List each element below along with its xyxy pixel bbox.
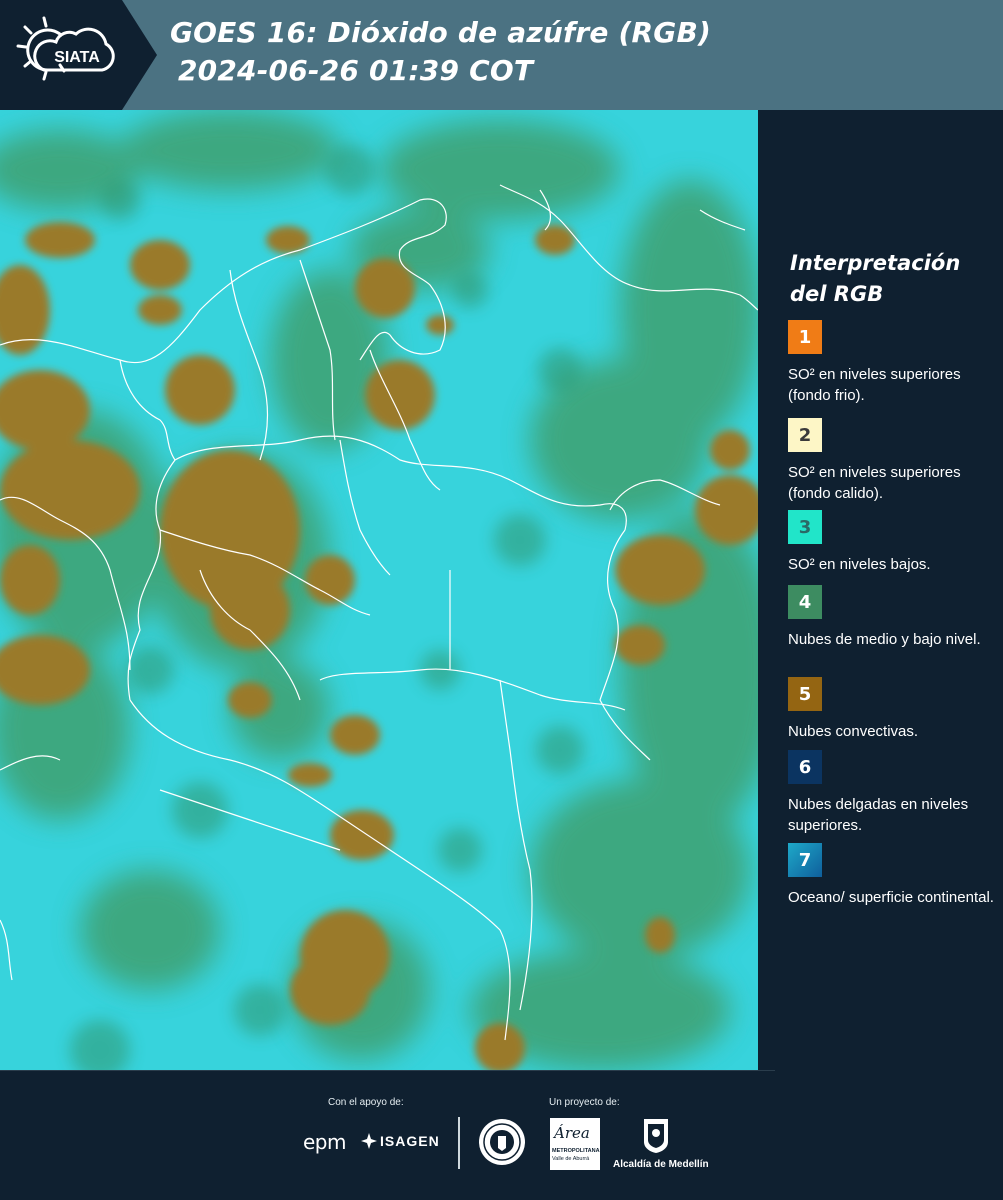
- legend-title: Interpretación del RGB: [790, 251, 961, 306]
- siata-logo-text: SIATA: [54, 49, 100, 66]
- legend-number-6: 6: [798, 756, 812, 778]
- siata-logo: SIATA: [0, 0, 160, 110]
- legend-panel: Interpretación del RGB 1 SO² en niveles …: [760, 110, 1003, 1070]
- area-logo-sub2: Valle de Aburrá: [552, 1156, 590, 1162]
- legend-label-6: Nubes delgadas en niveles superiores.: [788, 796, 969, 834]
- alcaldia-logo-text: Alcaldía de Medellín: [613, 1159, 709, 1170]
- area-logo-word: Área: [554, 1124, 590, 1142]
- title-line-product: GOES 16: Dióxido de azúfre (RGB): [170, 16, 712, 49]
- legend-label-4: Nubes de medio y bajo nivel.: [788, 631, 981, 648]
- isagen-text: ISAGEN: [380, 1133, 440, 1149]
- legend-swatch-3: 3: [788, 510, 822, 544]
- legend-item-2: 2 SO² en niveles superiores (fondo calid…: [788, 418, 998, 514]
- legend-number-3: 3: [798, 516, 812, 538]
- legend-item-6: 6 Nubes delgadas en niveles superiores.: [788, 750, 998, 836]
- epm-logo: epm: [303, 1130, 346, 1154]
- medellin-seal-logo: [478, 1118, 526, 1171]
- legend-item-7: 7 Oceano/ superficie continental.: [788, 843, 998, 908]
- legend-number-2: 2: [798, 424, 812, 446]
- legend-swatch-7: 7: [788, 843, 822, 877]
- legend-number-5: 5: [798, 683, 812, 705]
- page-title: GOES 16: Dióxido de azúfre (RGB) 2024-06…: [170, 14, 711, 90]
- legend-item-1: 1 SO² en niveles superiores (fondo frio)…: [788, 320, 998, 406]
- legend-item-4: 4 Nubes de medio y bajo nivel.: [788, 585, 998, 650]
- legend-swatch-1: 1: [788, 320, 822, 354]
- footer-divider: [458, 1117, 460, 1169]
- footer-rule: [0, 1070, 775, 1071]
- legend-swatch-4: 4: [788, 585, 822, 619]
- legend-item-5: 5 Nubes convectivas.: [788, 677, 998, 742]
- footer: Con el apoyo de: Un proyecto de: epm ISA…: [0, 1070, 1003, 1200]
- legend-number-7: 7: [798, 849, 812, 871]
- header: SIATA GOES 16: Dióxido de azúfre (RGB) 2…: [0, 0, 1003, 110]
- legend-swatch-6: 6: [788, 750, 822, 784]
- title-line-timestamp: 2024-06-26 01:39 COT: [178, 54, 534, 87]
- alcaldia-shield-icon: [643, 1118, 669, 1159]
- legend-label-7: Oceano/ superficie continental.: [788, 889, 994, 906]
- legend-swatch-2: 2: [788, 418, 822, 452]
- legend-number-1: 1: [798, 326, 812, 348]
- support-caption: Con el apoyo de:: [328, 1097, 404, 1108]
- legend-label-1: SO² en niveles superiores (fondo frio).: [788, 366, 961, 404]
- area-logo-sub: METROPOLITANA: [552, 1148, 600, 1154]
- legend-number-4: 4: [798, 591, 812, 613]
- legend-item-3: 3 SO² en niveles bajos.: [788, 510, 998, 575]
- legend-label-5: Nubes convectivas.: [788, 723, 919, 740]
- isagen-symbol-icon: [361, 1133, 377, 1149]
- area-metropolitana-logo: Área METROPOLITANA Valle de Aburrá: [550, 1118, 600, 1170]
- legend-swatch-5: 5: [788, 677, 822, 711]
- project-caption: Un proyecto de:: [549, 1097, 620, 1108]
- satellite-rgb-image: [0, 110, 758, 1070]
- legend-label-3: SO² en niveles bajos.: [788, 556, 931, 573]
- legend-label-2: SO² en niveles superiores (fondo calido)…: [788, 464, 961, 502]
